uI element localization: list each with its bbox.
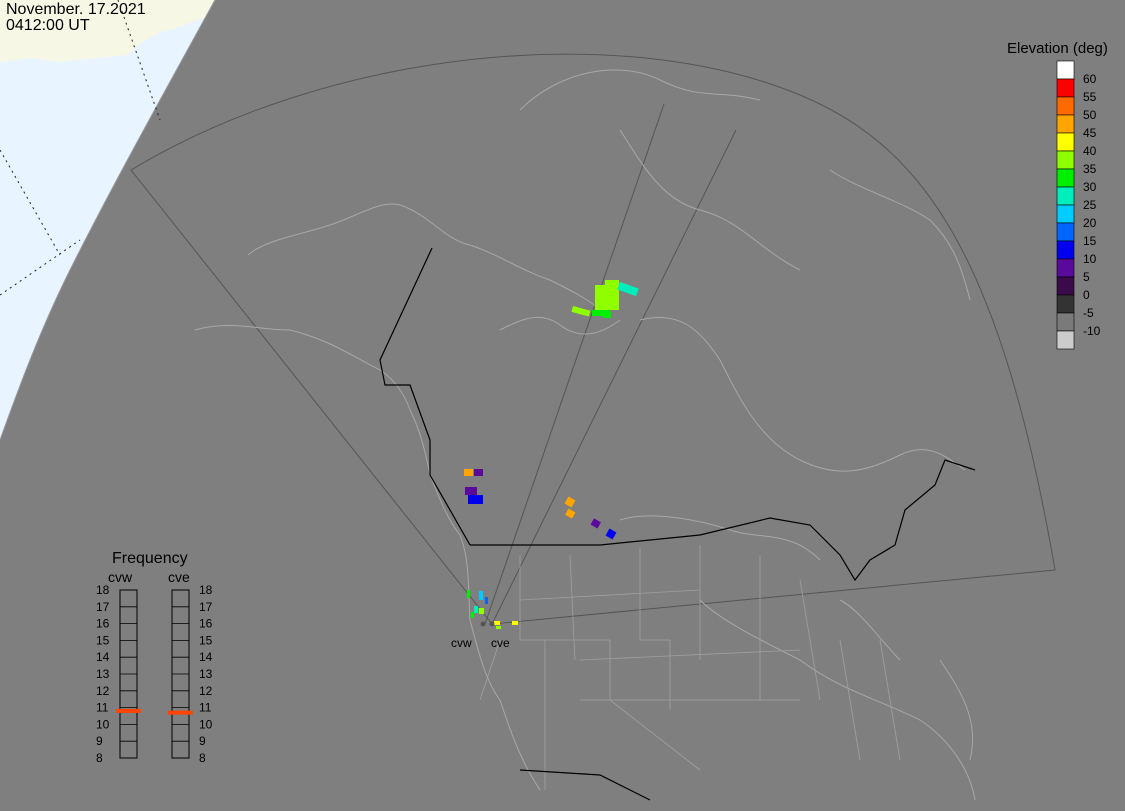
elevation-tick-label: 60 [1083,72,1097,86]
elevation-colorbar: 605550454035302520151050-5-10 [1056,60,1101,350]
frequency-scale-label: 9 [96,734,103,748]
elevation-swatch [1056,168,1075,188]
elevation-swatch [1056,78,1075,98]
frequency-panel: cvw cve 18 18 17 17 16 16 15 15 14 14 13 13 12 12 11 11 10… [96,569,213,765]
frequency-scale-label: 14 [199,650,213,664]
frequency-scale-label: 15 [199,633,213,647]
elevation-swatch [1056,132,1075,152]
frequency-scale-label: 8 [199,751,206,765]
radar-label-cve: cve [491,636,510,650]
frequency-scale-label: 16 [96,617,110,631]
elevation-swatch [1056,186,1075,206]
elevation-swatch [1056,60,1075,80]
frequency-radar-label: cvw [108,569,133,585]
time-label: 0412:00 UT [6,17,90,34]
elevation-tick-label: 0 [1083,288,1090,302]
elevation-swatch [1056,240,1075,260]
frequency-scale-label: 8 [96,751,103,765]
frequency-scale-label: 11 [199,701,212,715]
elevation-tick-label: -10 [1083,324,1101,338]
elevation-tick-label: 30 [1083,180,1097,194]
elevation-swatch [1056,150,1075,170]
elevation-tick-label: 45 [1083,126,1097,140]
elevation-tick-label: 20 [1083,216,1097,230]
frequency-scale-label: 12 [96,684,110,698]
frequency-indicator [116,708,141,713]
frequency-scale-label: 11 [96,701,109,715]
elevation-swatch [1056,222,1075,242]
radar-fov [130,53,1056,625]
elevation-swatch [1056,96,1075,116]
elevation-swatch [1056,276,1075,296]
elevation-tick-label: 35 [1083,162,1097,176]
frequency-title: Frequency [112,550,188,567]
frequency-scale-label: 10 [199,717,213,731]
international-boundary [379,247,976,801]
elevation-tick-label: 55 [1083,90,1097,104]
elevation-legend-title: Elevation (deg) [1007,40,1108,57]
state-boundaries [479,545,901,790]
frequency-scale-label: 16 [199,617,213,631]
frequency-scale-label: 17 [199,600,213,614]
elevation-tick-label: 5 [1083,270,1090,284]
frequency-scale-label: 14 [96,650,110,664]
frequency-scale-label: 17 [96,600,110,614]
frequency-indicator [168,710,193,715]
frequency-scale-label: 13 [96,667,110,681]
radar-site-cve [489,621,495,627]
elevation-tick-label: -5 [1083,306,1094,320]
radar-label-cvw: cvw [451,636,472,650]
elevation-swatch [1056,114,1075,134]
elevation-tick-label: 15 [1083,234,1097,248]
elevation-tick-label: 25 [1083,198,1097,212]
frequency-radar-label: cve [168,569,190,585]
radar-sites: cvw cve [451,621,510,650]
elevation-tick-label: 50 [1083,108,1097,122]
elevation-swatch [1056,330,1075,350]
frequency-scale-label: 18 [96,583,110,597]
elevation-swatch [1056,312,1075,332]
elevation-tick-label: 40 [1083,144,1097,158]
elevation-swatch [1056,294,1075,314]
daylight-region [0,0,215,440]
echoes [464,280,639,629]
frequency-scale-label: 15 [96,633,110,647]
radar-site-cvw [480,621,486,627]
frequency-scale-label: 9 [199,734,206,748]
elevation-tick-label: 10 [1083,252,1097,266]
elevation-swatch [1056,258,1075,278]
frequency-scale-label: 10 [96,717,110,731]
frequency-scale-label: 13 [199,667,213,681]
map-canvas: cvw cve 605550454035302520151050-5-10 cv… [0,0,1101,801]
frequency-scale-label: 12 [199,684,213,698]
elevation-swatch [1056,204,1075,224]
frequency-scale-label: 18 [199,583,213,597]
date-label: November. 17.2021 [6,1,146,18]
